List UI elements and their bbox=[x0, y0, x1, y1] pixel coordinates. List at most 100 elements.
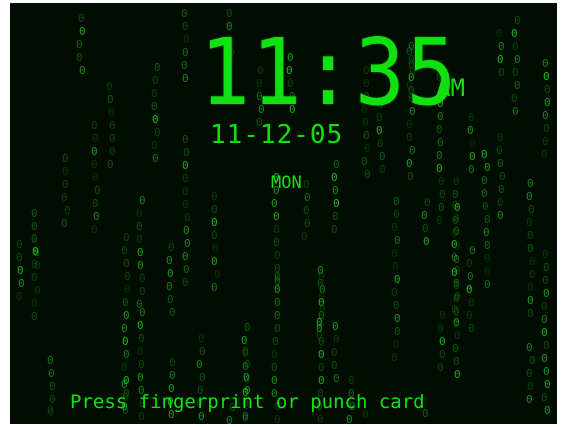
rain-glyph: 0 bbox=[182, 72, 189, 85]
meridiem-indicator: AM bbox=[436, 74, 465, 102]
rain-glyph: 0 bbox=[243, 371, 250, 384]
rain-glyph: 0 bbox=[526, 190, 533, 203]
rain-glyph: 0 bbox=[466, 309, 473, 322]
rain-glyph: 0 bbox=[93, 210, 100, 223]
rain-glyph: 0 bbox=[242, 345, 249, 358]
rain-glyph: 0 bbox=[49, 380, 56, 393]
rain-glyph: 0 bbox=[199, 345, 206, 358]
rain-glyph: 0 bbox=[61, 191, 68, 204]
rain-glyph: 0 bbox=[529, 354, 536, 367]
rain-glyph: 0 bbox=[541, 300, 548, 313]
rain-glyph: 0 bbox=[468, 296, 475, 309]
rain-glyph: 0 bbox=[166, 280, 173, 293]
rain-glyph: 0 bbox=[526, 341, 533, 354]
rain-glyph: 0 bbox=[16, 238, 23, 251]
rain-glyph: 0 bbox=[271, 348, 278, 361]
rain-glyph: 0 bbox=[379, 150, 386, 163]
time-display: 11:35 bbox=[200, 19, 459, 126]
rain-glyph: 0 bbox=[514, 14, 521, 27]
rain-glyph: 0 bbox=[484, 213, 491, 226]
rain-glyph: 0 bbox=[423, 235, 430, 248]
rain-glyph: 0 bbox=[437, 136, 444, 149]
rain-glyph: 0 bbox=[76, 51, 83, 64]
rain-glyph: 0 bbox=[436, 149, 443, 162]
rain-glyph: 0 bbox=[453, 318, 460, 331]
rain-glyph: 0 bbox=[528, 203, 535, 216]
rain-glyph: 0 bbox=[182, 276, 189, 289]
rain-glyph: 0 bbox=[62, 178, 69, 191]
rain-glyph: 0 bbox=[121, 244, 128, 257]
rain-glyph: 0 bbox=[392, 260, 399, 273]
rain-glyph: 0 bbox=[376, 124, 383, 137]
rain-glyph: 0 bbox=[211, 255, 218, 268]
rain-glyph: 0 bbox=[451, 266, 458, 279]
rain-glyph: 0 bbox=[332, 320, 339, 333]
rain-glyph: 0 bbox=[106, 80, 113, 93]
rain-glyph: 0 bbox=[62, 152, 69, 165]
rain-glyph: 0 bbox=[438, 175, 445, 188]
rain-glyph: 0 bbox=[154, 61, 161, 74]
rain-glyph: 0 bbox=[109, 119, 116, 132]
rain-glyph: 0 bbox=[91, 145, 98, 158]
rain-glyph: 0 bbox=[139, 194, 146, 207]
rain-glyph: 0 bbox=[107, 158, 114, 171]
rain-glyph: 0 bbox=[183, 33, 190, 46]
rain-glyph: 0 bbox=[166, 254, 173, 267]
rain-glyph: 0 bbox=[544, 96, 551, 109]
rain-glyph: 0 bbox=[527, 281, 534, 294]
rain-glyph: 0 bbox=[483, 226, 490, 239]
rain-glyph: 0 bbox=[391, 247, 398, 260]
rain-glyph: 0 bbox=[482, 200, 489, 213]
rain-glyph: 0 bbox=[303, 204, 310, 217]
rain-glyph: 0 bbox=[137, 371, 144, 384]
rain-glyph: 0 bbox=[542, 57, 549, 70]
rain-glyph: 0 bbox=[529, 268, 536, 281]
rain-glyph: 0 bbox=[121, 378, 128, 391]
rain-glyph: 0 bbox=[273, 223, 280, 236]
rain-glyph: 0 bbox=[497, 196, 504, 209]
rain-glyph: 0 bbox=[541, 352, 548, 365]
rain-glyph: 0 bbox=[122, 335, 129, 348]
rain-glyph: 0 bbox=[497, 53, 504, 66]
rain-glyph: 0 bbox=[274, 309, 281, 322]
rain-glyph: 0 bbox=[92, 132, 99, 145]
rain-glyph: 0 bbox=[78, 12, 85, 25]
rain-glyph: 0 bbox=[198, 332, 205, 345]
rain-glyph: 0 bbox=[181, 7, 188, 20]
rain-glyph: 0 bbox=[332, 184, 339, 197]
rain-glyph: 0 bbox=[407, 170, 414, 183]
rain-glyph: 0 bbox=[121, 322, 128, 335]
rain-glyph: 0 bbox=[514, 53, 521, 66]
rain-glyph: 0 bbox=[452, 342, 459, 355]
rain-glyph: 0 bbox=[542, 248, 549, 261]
rain-glyph: 0 bbox=[123, 231, 130, 244]
rain-glyph: 0 bbox=[92, 197, 99, 210]
rain-glyph: 0 bbox=[273, 210, 280, 223]
rain-glyph: 0 bbox=[484, 239, 491, 252]
rain-glyph: 0 bbox=[49, 393, 56, 406]
rain-glyph: 0 bbox=[541, 313, 548, 326]
rain-glyph: 0 bbox=[316, 316, 323, 329]
rain-glyph: 0 bbox=[364, 168, 371, 181]
rain-glyph: 0 bbox=[182, 172, 189, 185]
rain-glyph: 0 bbox=[182, 46, 189, 59]
rain-glyph: 0 bbox=[31, 310, 38, 323]
rain-glyph: 0 bbox=[331, 359, 338, 372]
rain-glyph: 0 bbox=[244, 358, 251, 371]
rain-glyph: 0 bbox=[498, 66, 505, 79]
rain-glyph: 0 bbox=[466, 257, 473, 270]
rain-glyph: 0 bbox=[453, 292, 460, 305]
rain-glyph: 0 bbox=[151, 139, 158, 152]
punch-instruction: Press fingerprint or punch card bbox=[70, 391, 425, 413]
rain-glyph: 0 bbox=[484, 161, 491, 174]
rain-glyph: 0 bbox=[543, 122, 550, 135]
rain-glyph: 0 bbox=[318, 348, 325, 361]
kiosk-screen: 0000000000000000000000000000000000000000… bbox=[10, 3, 557, 424]
rain-glyph: 0 bbox=[244, 321, 251, 334]
rain-glyph: 0 bbox=[333, 333, 340, 346]
rain-glyph: 0 bbox=[318, 290, 325, 303]
rain-glyph: 0 bbox=[301, 230, 308, 243]
rain-glyph: 0 bbox=[527, 177, 534, 190]
rain-glyph: 0 bbox=[544, 83, 551, 96]
rain-glyph: 0 bbox=[121, 361, 128, 374]
